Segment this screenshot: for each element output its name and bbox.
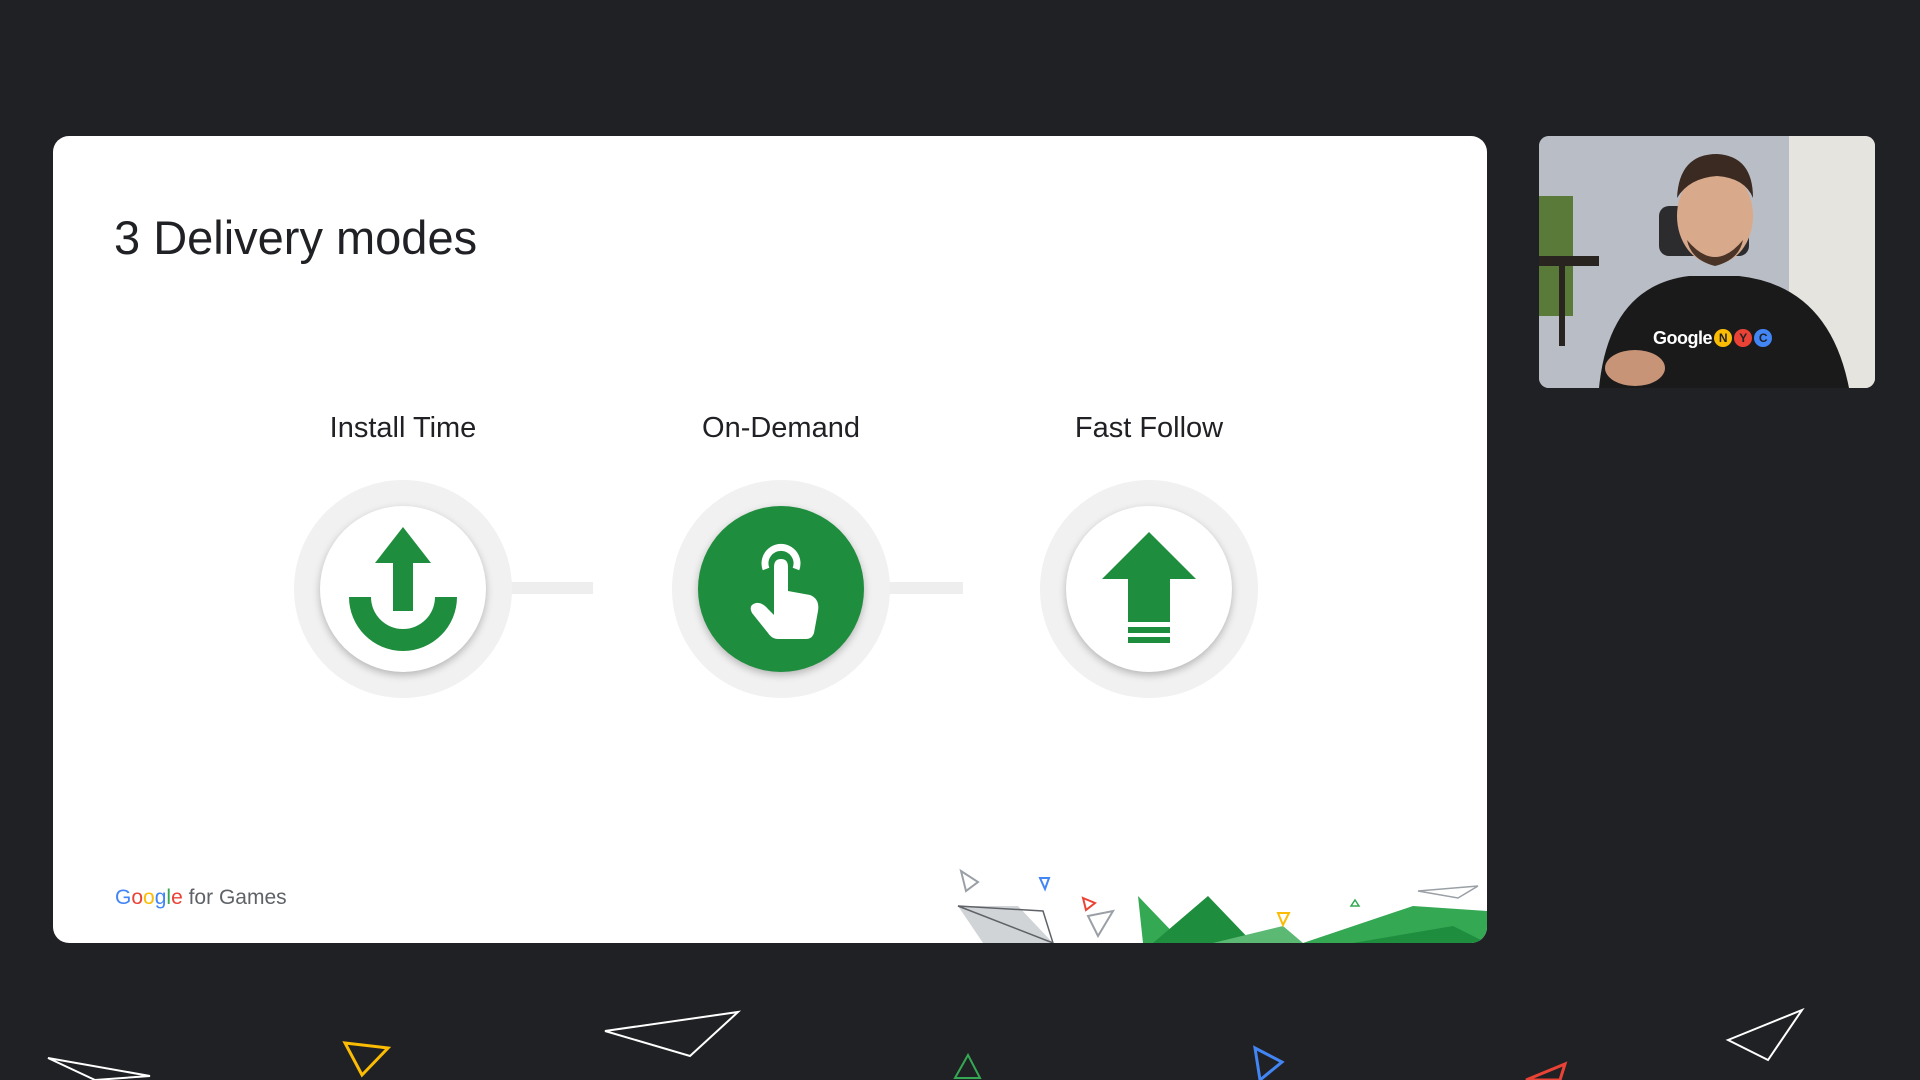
- shirt-logo: Google N Y C: [1653, 328, 1772, 349]
- presentation-slide: 3 Delivery modes Install Time On-Demand: [53, 136, 1487, 943]
- google-for-games-logo: Google for Games: [115, 886, 287, 909]
- slide-decoration: [957, 868, 1487, 943]
- speaker-figure: [1539, 136, 1875, 388]
- speaker-webcam-video: Google N Y C: [1539, 136, 1875, 388]
